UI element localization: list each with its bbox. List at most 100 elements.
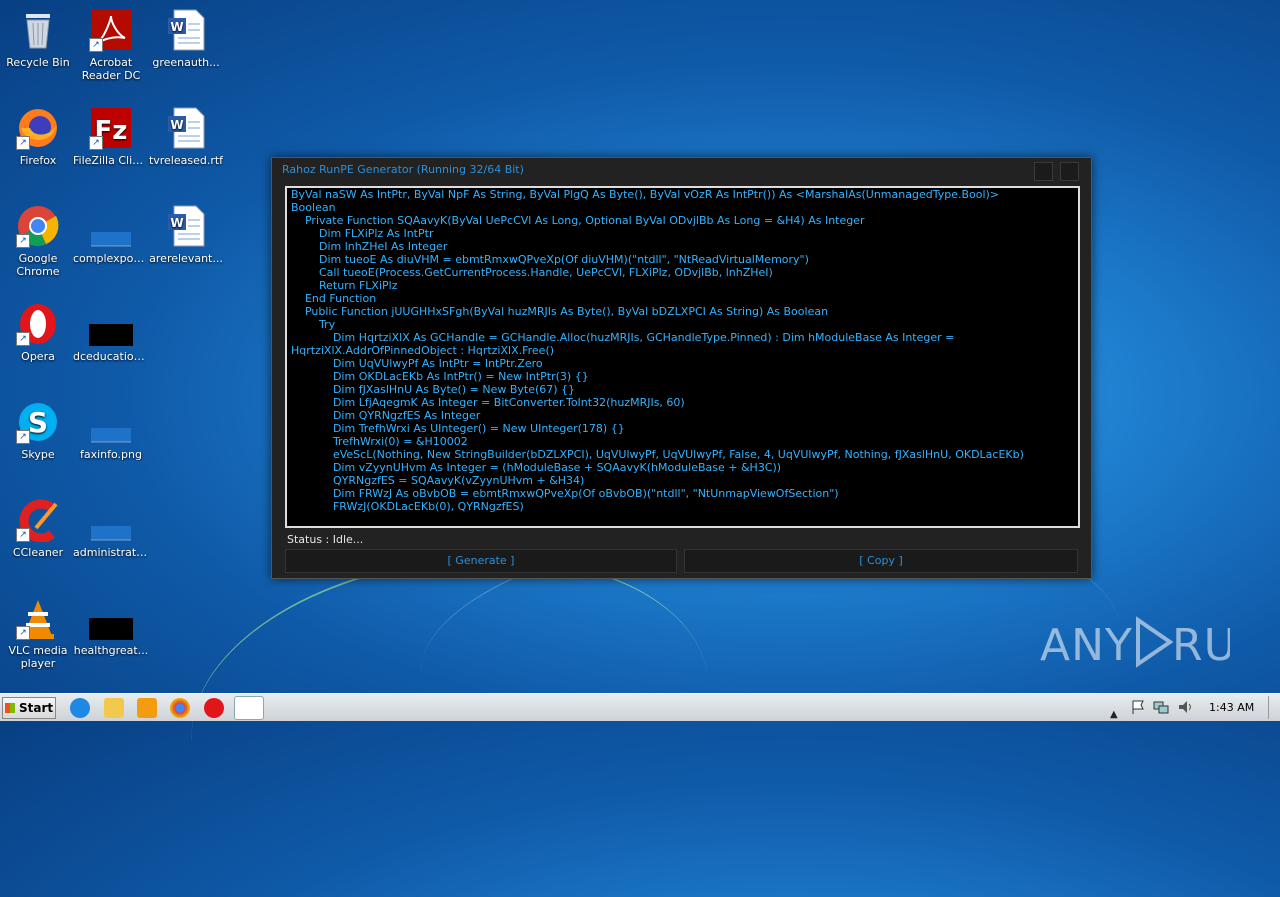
- close-button[interactable]: [1060, 162, 1079, 181]
- code-line: HqrtziXlX.AddrOfPinnedObject : HqrtziXlX…: [291, 344, 555, 357]
- code-line: Private Function SQAavyK(ByVal UePcCVl A…: [291, 214, 865, 227]
- desktop-icon-label: Firefox: [19, 154, 57, 167]
- start-button[interactable]: Start: [2, 697, 56, 719]
- code-line: Boolean: [291, 201, 336, 214]
- desktop-icon-faxinfo[interactable]: faxinfo.png: [73, 394, 149, 461]
- desktop-icon-label: complexpoo...: [73, 252, 149, 265]
- svg-text:S: S: [28, 406, 48, 439]
- shortcut-arrow-icon: ↗: [89, 38, 103, 52]
- desktop-icon-greenauth[interactable]: W greenauth...: [148, 2, 224, 69]
- code-line: Dim fJXaslHnU As Byte() = New Byte(67) {…: [291, 383, 576, 396]
- flag-icon[interactable]: [1130, 699, 1146, 715]
- desktop-icon-administrati[interactable]: administrati...: [73, 492, 149, 559]
- desktop-icon-acrobat[interactable]: ↗ Acrobat Reader DC: [73, 2, 149, 82]
- desktop-icon-filezilla[interactable]: Fz ↗ FileZilla Client: [73, 100, 149, 167]
- shortcut-arrow-icon: ↗: [16, 234, 30, 248]
- code-line: Dim TrefhWrxi As UInteger() = New UInteg…: [291, 422, 625, 435]
- show-desktop-button[interactable]: [1268, 696, 1279, 719]
- taskbar-clock[interactable]: 1:43 AM: [1209, 701, 1254, 714]
- desktop-icon-label: tvreleased.rtf: [148, 154, 224, 167]
- code-line: Try: [291, 318, 336, 331]
- desktop-icon-vlc[interactable]: ↗ VLC media player: [0, 590, 76, 670]
- acrobat-icon: ↗: [89, 8, 133, 52]
- opera-icon: ↗: [16, 302, 60, 346]
- blank-file-icon: [89, 498, 133, 542]
- shortcut-arrow-icon: ↗: [16, 332, 30, 346]
- shortcut-arrow-icon: ↗: [16, 136, 30, 150]
- desktop-icon-skype[interactable]: S ↗ Skype: [0, 394, 76, 461]
- code-output-textbox[interactable]: ByVal naSW As IntPtr, ByVal NpF As Strin…: [285, 186, 1080, 528]
- code-line: Dim vZyynUHvm As Integer = (hModuleBase …: [291, 461, 782, 474]
- copy-button[interactable]: [ Copy ]: [684, 549, 1078, 573]
- code-line: Dim QYRNgzfES As Integer: [291, 409, 481, 422]
- code-line: Dim FLXiPlz As IntPtr: [291, 227, 434, 240]
- desktop-icon-label: Google Chrome: [16, 252, 60, 278]
- vlc-icon: ↗: [16, 596, 60, 640]
- desktop-icon-label: arerelevant...: [149, 252, 223, 265]
- desktop-icon-tvreleased[interactable]: W tvreleased.rtf: [148, 100, 224, 167]
- code-line: Dim UqVUlwyPf As IntPtr = IntPtr.Zero: [291, 357, 543, 370]
- skype-icon: S ↗: [16, 400, 60, 444]
- desktop-icon-recycle-bin[interactable]: Recycle Bin: [0, 2, 76, 69]
- network-icon[interactable]: [1153, 699, 1169, 715]
- desktop-icon-firefox[interactable]: ↗ Firefox: [0, 100, 76, 167]
- desktop-icon-label: healthgreat...: [73, 644, 149, 657]
- code-line: Dim HqrtziXlX As GCHandle = GCHandle.All…: [291, 331, 955, 344]
- shortcut-arrow-icon: ↗: [89, 136, 103, 150]
- anyrun-watermark: ANY RUN: [1040, 612, 1270, 683]
- desktop-icon-label: Skype: [21, 448, 55, 461]
- desktop-icon-complexpoo[interactable]: complexpoo...: [73, 198, 149, 265]
- svg-text:W: W: [170, 20, 183, 34]
- blank-file-icon: [89, 204, 133, 248]
- word-document-icon: W: [164, 204, 208, 248]
- code-line: eVeScL(Nothing, New StringBuilder(bDZLXP…: [291, 448, 1024, 461]
- opera-taskbar-icon[interactable]: [204, 698, 224, 718]
- desktop-icon-dceducation[interactable]: dceducation...: [73, 296, 149, 363]
- ccleaner-icon: ↗: [16, 498, 60, 543]
- code-line: Dim OKDLacEKb As IntPtr() = New IntPtr(3…: [291, 370, 589, 383]
- desktop-icon-healthgreat[interactable]: healthgreat...: [73, 590, 149, 657]
- desktop-icon-opera[interactable]: ↗ Opera: [0, 296, 76, 363]
- firefox-icon: ↗: [16, 106, 60, 150]
- chrome-icon: ↗: [16, 204, 60, 248]
- taskbar: Start ▲ 1:43 AM: [0, 693, 1280, 721]
- explorer-taskbar-icon[interactable]: [104, 698, 124, 718]
- desktop-icon-arerelevant[interactable]: W arerelevant...: [148, 198, 224, 265]
- desktop-icon-label: CCleaner: [12, 546, 64, 559]
- desktop-icon-chrome[interactable]: ↗ Google Chrome: [0, 198, 76, 278]
- desktop-icon-label: dceducation...: [73, 350, 149, 363]
- chrome-taskbar-icon[interactable]: [170, 698, 190, 718]
- svg-text:W: W: [170, 216, 183, 230]
- desktop-icon-label: greenauth...: [152, 56, 220, 69]
- black-file-icon: [89, 302, 133, 346]
- desktop-icon-label: administrati...: [73, 546, 149, 559]
- desktop-icon-label: FileZilla Client: [73, 154, 149, 167]
- svg-text:W: W: [170, 118, 183, 132]
- media-player-taskbar-icon[interactable]: [137, 698, 157, 718]
- code-line: Call tueoE(Process.GetCurrentProcess.Han…: [291, 266, 773, 279]
- code-line: Public Function jUUGHHxSFgh(ByVal huzMRJ…: [291, 305, 829, 318]
- volume-icon[interactable]: [1177, 699, 1193, 715]
- runpe-taskbar-button[interactable]: [234, 696, 264, 720]
- svg-text:ANY: ANY: [1040, 620, 1133, 671]
- desktop-icon-label: VLC media player: [8, 644, 68, 670]
- recycle-bin-icon: [16, 8, 60, 52]
- desktop-icon-ccleaner[interactable]: ↗ CCleaner: [0, 492, 76, 559]
- code-line: FRWzJ(OKDLacEKb(0), QYRNgzfES): [291, 500, 524, 513]
- shortcut-arrow-icon: ↗: [16, 528, 30, 542]
- code-line: TrefhWrxi(0) = &H10002: [291, 435, 468, 448]
- code-line: QYRNgzfES = SQAavyK(vZyynUHvm + &H34): [291, 474, 585, 487]
- generate-button[interactable]: [ Generate ]: [285, 549, 677, 573]
- show-hidden-icons-icon[interactable]: ▲: [1110, 702, 1120, 720]
- word-document-icon: W: [164, 106, 208, 150]
- window-title: Rahoz RunPE Generator (Running 32/64 Bit…: [282, 163, 524, 176]
- anyrun-logo: ANY RUN: [1040, 616, 1270, 671]
- black-file-icon: [89, 596, 133, 640]
- runpe-generator-window: Rahoz RunPE Generator (Running 32/64 Bit…: [271, 157, 1092, 579]
- ie-taskbar-icon[interactable]: [70, 698, 90, 718]
- status-text: Status : Idle...: [287, 533, 364, 546]
- code-line: Dim lnhZHeI As Integer: [291, 240, 448, 253]
- code-line: Dim FRWzJ As oBvbOB = ebmtRmxwQPveXp(Of …: [291, 487, 839, 500]
- minimize-button[interactable]: [1034, 162, 1053, 181]
- shortcut-arrow-icon: ↗: [16, 626, 30, 640]
